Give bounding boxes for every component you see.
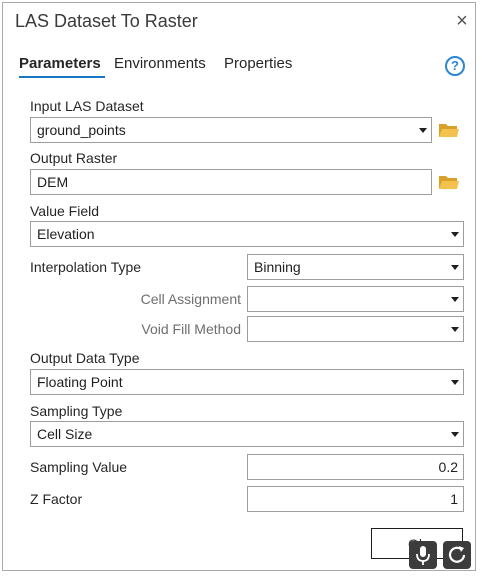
chevron-down-icon — [451, 297, 459, 302]
sampling-type-value: Cell Size — [37, 426, 93, 442]
microphone-button[interactable] — [409, 541, 437, 569]
help-icon[interactable]: ? — [445, 56, 465, 76]
close-button[interactable]: × — [451, 11, 473, 33]
output-raster-label: Output Raster — [30, 150, 118, 166]
chevron-down-icon — [451, 232, 459, 237]
tab-environments[interactable]: Environments — [114, 55, 206, 72]
tab-parameters[interactable]: Parameters — [19, 55, 101, 72]
input-las-label: Input LAS Dataset — [30, 98, 144, 114]
cell-assignment-label: Cell Assignment — [140, 291, 241, 307]
chevron-down-icon — [451, 265, 459, 270]
output-data-type-dropdown[interactable]: Floating Point — [30, 369, 464, 395]
interpolation-type-label: Interpolation Type — [30, 259, 142, 275]
cell-assignment-dropdown[interactable] — [247, 286, 464, 312]
input-las-dropdown[interactable]: ground_points — [30, 117, 432, 143]
chevron-down-icon — [451, 432, 459, 437]
input-las-value: ground_points — [37, 122, 126, 138]
sampling-type-dropdown[interactable]: Cell Size — [30, 421, 464, 447]
z-factor-value: 1 — [450, 491, 458, 507]
void-fill-label: Void Fill Method — [141, 321, 241, 337]
browse-folder-icon[interactable] — [438, 173, 460, 191]
sampling-type-label: Sampling Type — [30, 403, 123, 419]
value-field-dropdown[interactable]: Elevation — [30, 221, 464, 247]
value-field-value: Elevation — [37, 226, 95, 242]
refresh-button[interactable] — [443, 541, 471, 569]
refresh-icon — [448, 546, 466, 563]
sampling-value-label: Sampling Value — [30, 459, 128, 475]
active-tab-indicator — [19, 76, 105, 78]
value-field-label: Value Field — [30, 203, 100, 219]
output-data-type-label: Output Data Type — [30, 350, 140, 366]
sampling-value-input[interactable]: 0.2 — [247, 454, 464, 480]
microphone-icon — [416, 546, 430, 565]
chevron-down-icon — [451, 380, 459, 385]
chevron-down-icon — [451, 327, 459, 332]
output-raster-input[interactable]: DEM — [30, 169, 432, 195]
output-data-type-value: Floating Point — [37, 374, 123, 390]
z-factor-input[interactable]: 1 — [247, 486, 464, 512]
output-raster-value: DEM — [37, 174, 69, 190]
interpolation-type-value: Binning — [254, 259, 301, 275]
void-fill-dropdown[interactable] — [247, 316, 464, 342]
sampling-value-value: 0.2 — [438, 459, 458, 475]
pane-title: LAS Dataset To Raster — [15, 11, 198, 31]
geoprocessing-pane: LAS Dataset To Raster × Parameters Envir… — [2, 2, 476, 571]
z-factor-label: Z Factor — [30, 491, 83, 507]
tab-properties[interactable]: Properties — [224, 55, 292, 72]
interpolation-type-dropdown[interactable]: Binning — [247, 254, 464, 280]
chevron-down-icon — [419, 128, 427, 133]
browse-folder-icon[interactable] — [438, 121, 460, 139]
